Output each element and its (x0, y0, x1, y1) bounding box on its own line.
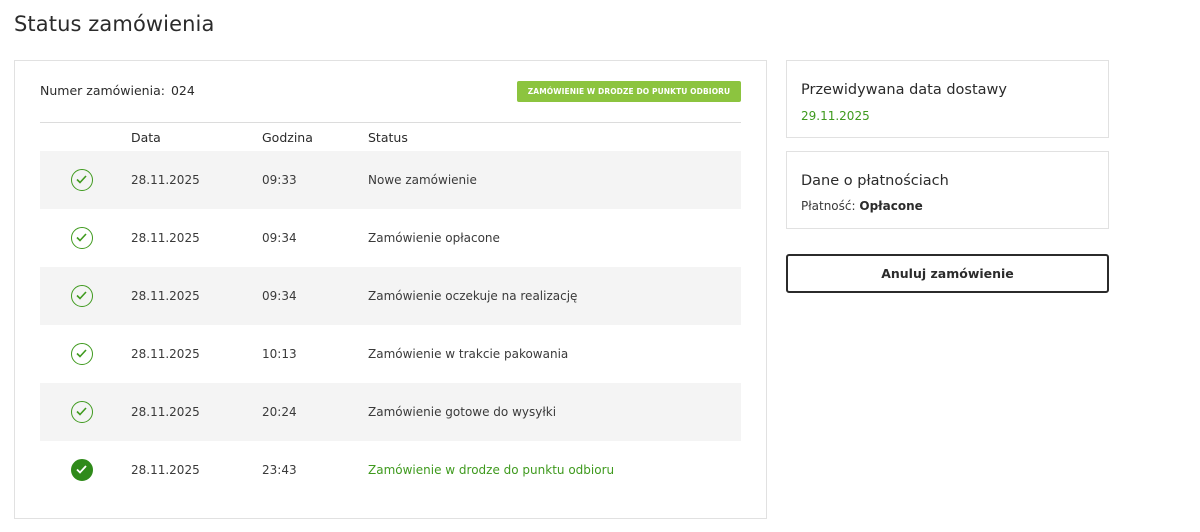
row-time: 10:13 (262, 347, 297, 361)
row-status: Zamówienie w drodze do punktu odbioru (368, 463, 615, 477)
delivery-title: Przewidywana data dostawy (801, 82, 1007, 98)
row-date: 28.11.2025 (131, 231, 200, 245)
header-date: Data (131, 130, 161, 145)
header-time: Godzina (262, 130, 313, 145)
row-time: 09:34 (262, 289, 297, 303)
row-status: Zamówienie gotowe do wysyłki (368, 405, 557, 419)
payment-title: Dane o płatnościach (801, 173, 949, 189)
row-date: 28.11.2025 (131, 173, 200, 187)
row-time: 23:43 (262, 463, 297, 477)
check-circle-icon (71, 401, 93, 423)
row-date: 28.11.2025 (131, 289, 200, 303)
order-number-label: Numer zamówienia: (40, 83, 165, 98)
order-status-card: Numer zamówienia: 024 ZAMÓWIENIE W DRODZE… (14, 60, 767, 519)
order-number-value: 024 (170, 83, 195, 98)
header-status: Status (368, 130, 408, 145)
check-circle-icon (71, 285, 93, 307)
check-circle-icon (71, 227, 93, 249)
row-time: 09:34 (262, 231, 297, 245)
row-date: 28.11.2025 (131, 405, 200, 419)
payment-label: Płatność: (801, 199, 856, 213)
cancel-order-button[interactable]: Anuluj zamówienie (786, 254, 1109, 293)
table-row: 28.11.2025 10:13 Zamówienie w trakcie pa… (40, 325, 741, 383)
row-time: 09:33 (262, 173, 297, 187)
table-header: Data Godzina Status (40, 123, 741, 151)
status-badge: ZAMÓWIENIE W DRODZE DO PUNKTU ODBIORU (517, 81, 741, 102)
status-history-table: Data Godzina Status 28.11.2025 09:33 Now… (40, 122, 741, 499)
table-row: 28.11.2025 09:34 Zamówienie opłacone (40, 209, 741, 267)
table-row: 28.11.2025 20:24 Zamówienie gotowe do wy… (40, 383, 741, 441)
check-circle-icon (71, 343, 93, 365)
page-title: Status zamówienia (14, 12, 215, 36)
order-header: Numer zamówienia: 024 ZAMÓWIENIE W DRODZE… (40, 81, 741, 103)
payment-panel: Dane o płatnościach Płatność: Opłacone (786, 151, 1109, 229)
payment-line: Płatność: Opłacone (801, 199, 923, 213)
check-circle-icon (71, 169, 93, 191)
row-status: Zamówienie w trakcie pakowania (368, 347, 569, 361)
payment-value: Opłacone (859, 199, 923, 213)
row-status: Nowe zamówienie (368, 173, 477, 187)
check-circle-filled-icon (71, 459, 93, 481)
table-row: 28.11.2025 09:33 Nowe zamówienie (40, 151, 741, 209)
order-number: Numer zamówienia: 024 (40, 83, 195, 99)
delivery-date: 29.11.2025 (801, 109, 870, 123)
row-status: Zamówienie opłacone (368, 231, 500, 245)
row-time: 20:24 (262, 405, 297, 419)
row-status: Zamówienie oczekuje na realizację (368, 289, 578, 303)
row-date: 28.11.2025 (131, 347, 200, 361)
delivery-date-panel: Przewidywana data dostawy 29.11.2025 (786, 60, 1109, 138)
row-date: 28.11.2025 (131, 463, 200, 477)
table-row: 28.11.2025 09:34 Zamówienie oczekuje na … (40, 267, 741, 325)
table-row: 28.11.2025 23:43 Zamówienie w drodze do … (40, 441, 741, 499)
